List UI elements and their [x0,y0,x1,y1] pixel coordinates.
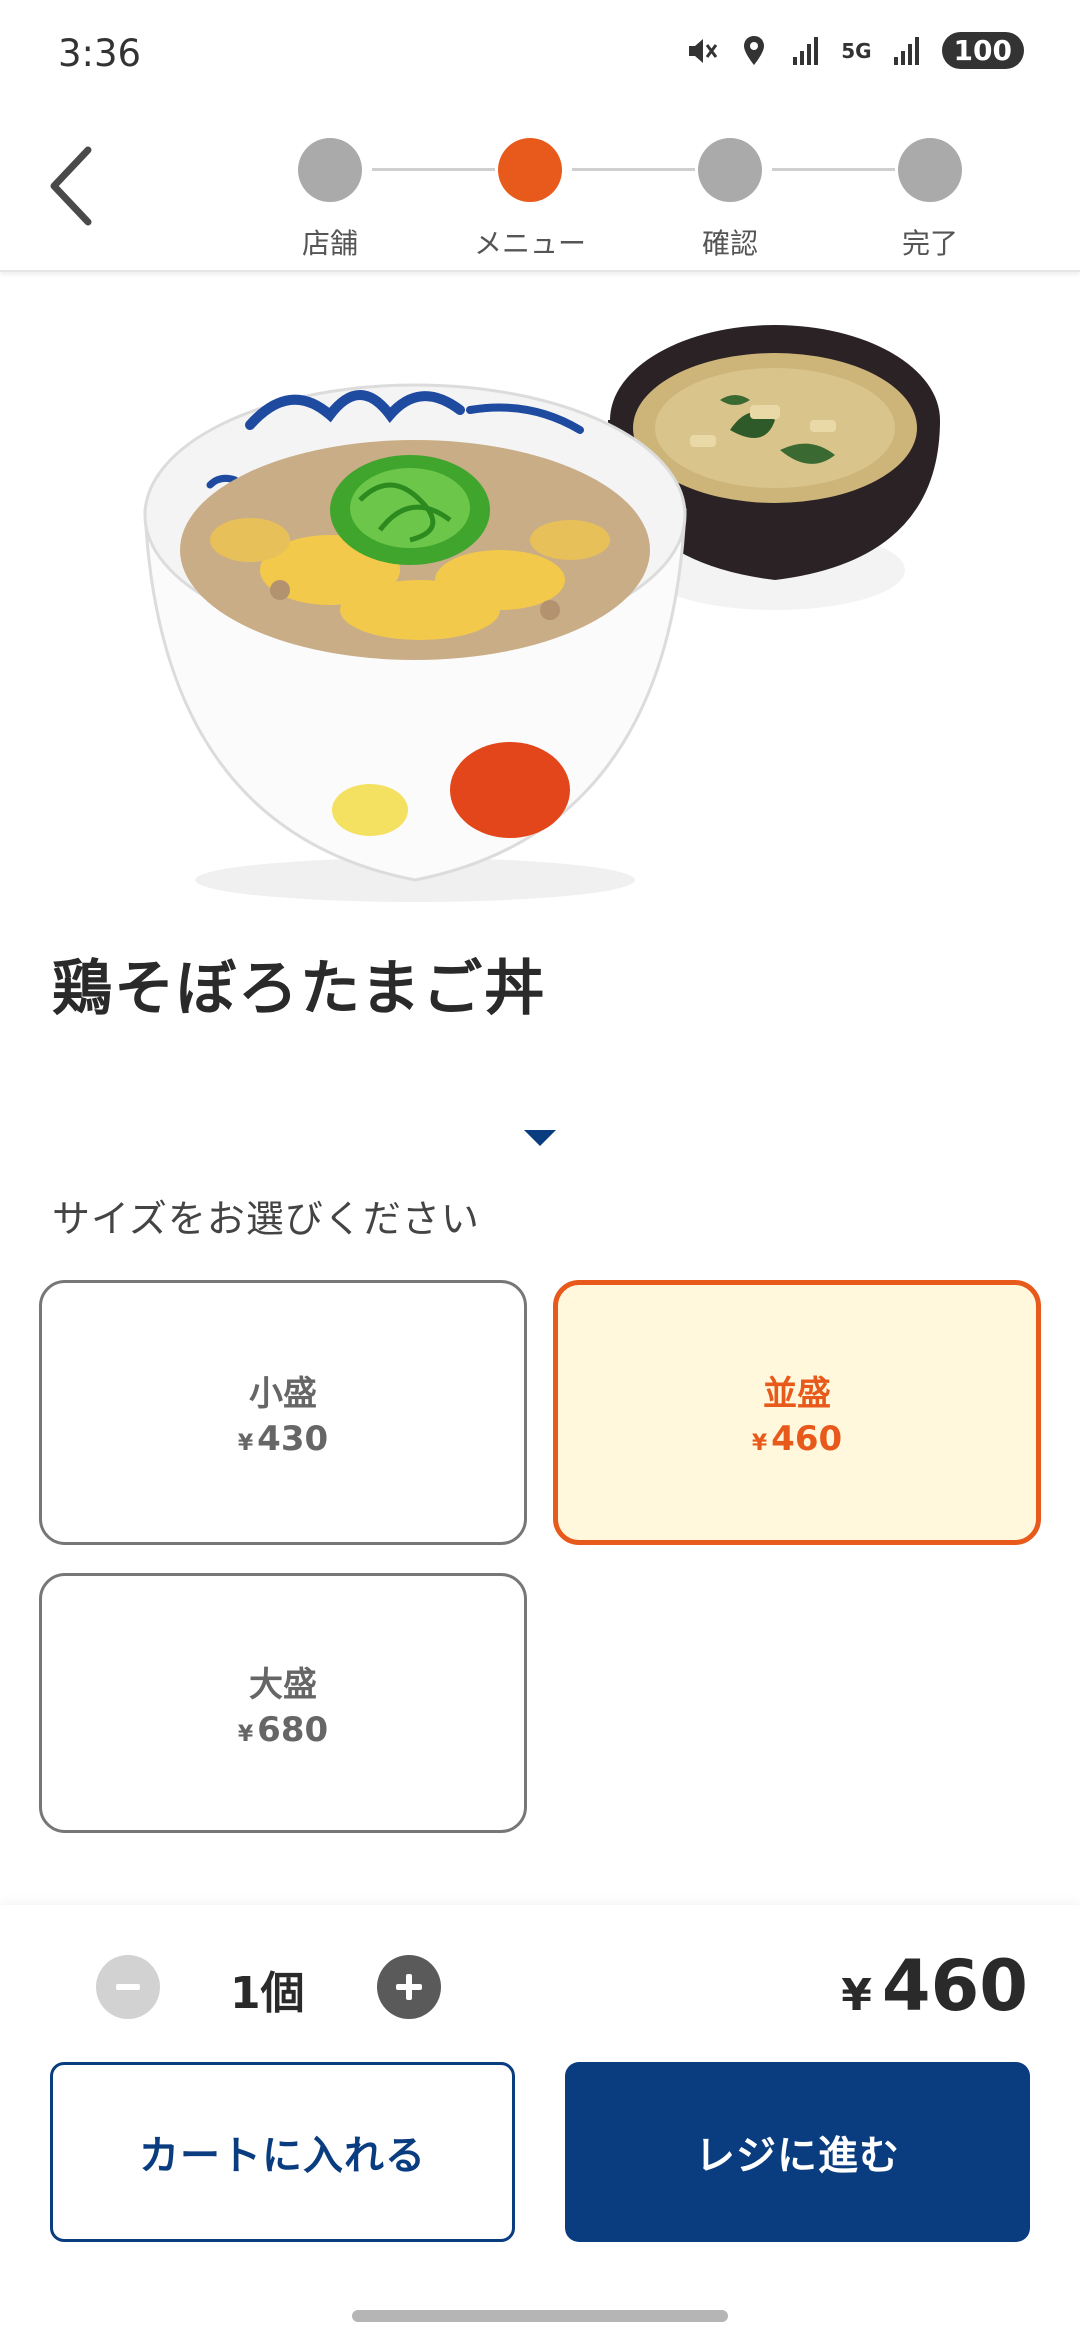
size-price: ¥430 [238,1419,328,1459]
size-option-regular[interactable]: 並盛 ¥460 [553,1280,1041,1545]
step-confirm: 確認 [630,138,830,262]
5g-icon: 5G [841,38,872,63]
step-label: 確認 [701,227,758,260]
step-complete: 完了 [830,138,1030,262]
step-dot [298,138,362,202]
product-image [143,325,940,902]
size-prompt: サイズをお選びください [52,1197,480,1241]
add-to-cart-button[interactable]: カートに入れる [50,2062,515,2242]
price-value: 430 [257,1419,329,1459]
mute-icon [689,38,718,63]
minus-icon [116,1984,140,1990]
size-price: ¥460 [752,1419,842,1459]
step-dot [898,138,962,202]
price-value: 680 [257,1709,329,1750]
signal-icon [793,36,819,65]
decrease-quantity-button[interactable] [96,1955,160,2019]
step-menu: メニュー [430,138,630,262]
home-indicator[interactable] [352,2310,728,2322]
product-name: 鶏そぼろたまご丼 [52,954,547,1024]
size-option-large[interactable]: 大盛 ¥680 [39,1573,527,1833]
price-value: 460 [771,1419,843,1459]
yen-sign: ¥ [751,1431,768,1456]
battery-icon: 100 [941,32,1024,69]
header: 店舗 メニュー 確認 完了 [0,112,1080,272]
donburi-bowl [143,383,687,902]
checkout-button[interactable]: レジに進む [565,2062,1030,2242]
step-label: 完了 [901,227,958,260]
size-option-small[interactable]: 小盛 ¥430 [39,1280,527,1545]
yen-sign: ¥ [841,1970,872,2021]
yen-sign: ¥ [237,1431,254,1456]
back-button[interactable] [30,136,110,236]
step-label: メニュー [473,227,586,260]
total-price: ¥460 [841,1945,1028,2027]
plus-icon [396,1974,422,2000]
total-value: 460 [881,1945,1028,2027]
step-dot-active [498,138,562,202]
progress-stepper: 店舗 メニュー 確認 完了 [295,126,995,266]
quantity-label: 1個 [230,1968,305,2019]
location-icon [744,35,765,65]
status-time: 3:36 [58,32,142,75]
status-icons: 5G 100 [685,32,1024,69]
signal-icon [893,36,919,65]
size-name: 並盛 [763,1374,831,1414]
chevron-left-icon [50,146,92,226]
step-label: 店舗 [301,227,358,260]
yen-sign: ¥ [237,1721,254,1747]
increase-quantity-button[interactable] [377,1955,441,2019]
caret-down-icon [524,1130,556,1146]
size-name: 大盛 [249,1664,317,1705]
order-panel: 1個 ¥460 カートに入れる レジに進む [0,1905,1080,2340]
status-bar: 3:36 5G 100 [0,0,1080,112]
size-price: ¥680 [238,1710,328,1750]
size-name: 小盛 [249,1374,317,1414]
step-dot [698,138,762,202]
step-store: 店舗 [230,138,430,262]
